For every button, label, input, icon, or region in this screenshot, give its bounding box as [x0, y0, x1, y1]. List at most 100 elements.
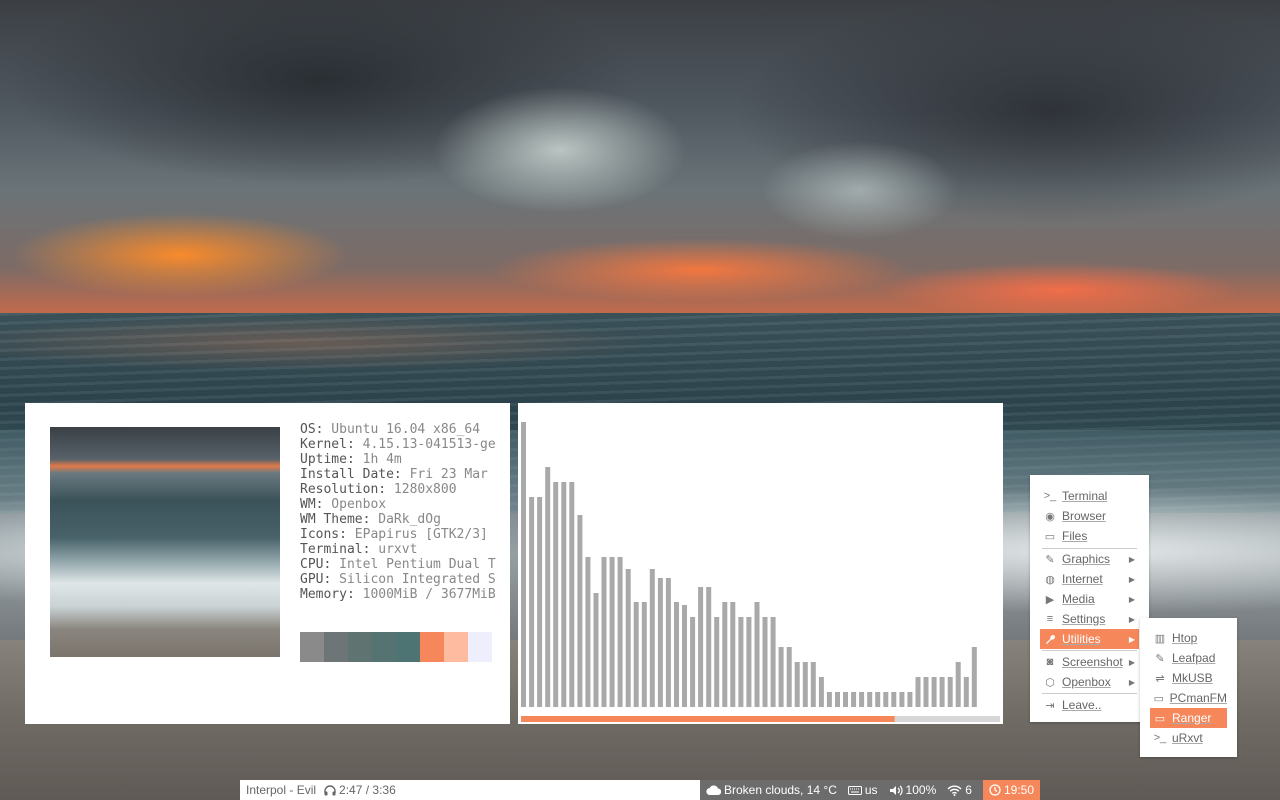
menu-separator [1042, 650, 1137, 651]
visualizer-bar [778, 647, 784, 707]
sysinfo-line-gpu: GPU: Silicon Integrated S [300, 572, 496, 587]
wallpaper-thumbnail [50, 427, 280, 657]
visualizer-bar [617, 557, 623, 707]
terminal-icon: >_ [1043, 490, 1057, 502]
cloud-icon [706, 785, 721, 795]
menu-item-internet[interactable]: ◍ Internet ▶ [1040, 569, 1139, 589]
volume-control[interactable]: 100% [889, 780, 937, 800]
visualizer-bar [851, 692, 857, 707]
menu-item-settings[interactable]: ≡ Settings ▶ [1040, 609, 1139, 629]
menu-item-terminal[interactable]: >_ Terminal [1040, 486, 1139, 506]
globe-icon: ◍ [1045, 573, 1055, 586]
visualizer-bar [754, 602, 760, 707]
visualizer-bar [835, 692, 840, 707]
sysinfo-text: OS: Ubuntu 16.04 x86_64 Kernel: 4.15.13-… [300, 422, 505, 602]
sliders-icon: ≡ [1046, 613, 1054, 625]
weather-widget[interactable]: Broken clouds, 14 °C [706, 780, 837, 800]
submenu-arrow-icon: ▶ [1128, 634, 1135, 644]
menu-item-openbox[interactable]: ⬡ Openbox ▶ [1040, 672, 1139, 692]
chart-icon: ▥ [1154, 632, 1166, 645]
sysinfo-line-wm-theme: WM Theme: DaRk_dOg [300, 512, 441, 527]
menu-item-browser[interactable]: ◉ Browser [1040, 506, 1139, 526]
menu-item-media[interactable]: ▶ Media ▶ [1040, 589, 1139, 609]
visualizer-bar [923, 677, 929, 707]
submenu-item-leafpad[interactable]: ✎ Leafpad [1150, 648, 1227, 668]
visualizer-bar [794, 662, 800, 707]
submenu-item-ranger[interactable]: ▭ Ranger [1150, 708, 1227, 728]
track-time: 2:47 / 3:36 [339, 783, 396, 797]
visualizer-bar [569, 482, 575, 707]
audio-visualizer [521, 422, 1000, 722]
clock-widget[interactable]: 19:50 [982, 780, 1040, 800]
visualizer-bar [553, 482, 559, 707]
visualizer-bar [537, 497, 543, 707]
visualizer-bar [682, 605, 687, 707]
visualizer-bar [867, 692, 873, 707]
visualizer-bar [738, 617, 744, 707]
system-tray-bar: Broken clouds, 14 °C us 100% 6 19:50 [700, 780, 1040, 800]
sysinfo-line-resolution: Resolution: 1280x800 [300, 482, 457, 497]
wallpaper-sky [0, 0, 1280, 315]
visualizer-bar [561, 482, 567, 707]
play-icon: ▶ [1045, 593, 1055, 606]
visualizer-bar [939, 677, 945, 707]
submenu-item-pcmanfm[interactable]: ▭ PCmanFM [1150, 688, 1227, 708]
sysinfo-line-install-date: Install Date: Fri 23 Mar [300, 467, 488, 482]
submenu-item-htop[interactable]: ▥ Htop [1150, 628, 1227, 648]
clock-time: 19:50 [1003, 783, 1034, 797]
visualizer-bar [875, 692, 881, 707]
track-title[interactable]: Interpol - Evil [246, 780, 316, 800]
visualizer-bar [915, 677, 921, 707]
menu-item-graphics[interactable]: ✎ Graphics ▶ [1040, 549, 1139, 569]
color-swatch [372, 632, 396, 662]
playback-status[interactable]: 2:47 / 3:36 [324, 780, 396, 800]
wifi-icon [947, 785, 962, 796]
sysinfo-line-memory: Memory: 1000MiB / 3677MiB [300, 587, 496, 602]
submenu-item-mkusb[interactable]: ⇌ MkUSB [1150, 668, 1227, 688]
menu-item-files[interactable]: ▭ Files [1040, 526, 1139, 546]
submenu-arrow-icon: ▶ [1128, 677, 1135, 687]
visualizer-bar [859, 692, 865, 707]
submenu-arrow-icon: ▶ [1128, 594, 1135, 604]
submenu-arrow-icon: ▶ [1128, 574, 1135, 584]
visualizer-bar [690, 617, 696, 707]
visualizer-bar [931, 677, 937, 707]
visualizer-bar [883, 692, 889, 707]
menu-separator [1042, 693, 1137, 694]
keyboard-layout-text: us [864, 783, 878, 797]
submenu-item-urxvt[interactable]: >_ uRxvt [1150, 728, 1227, 748]
color-palette [300, 632, 492, 662]
menu-item-utilities[interactable]: Utilities ▶ [1040, 629, 1139, 649]
browser-icon: ◉ [1045, 510, 1055, 523]
color-swatch [468, 632, 492, 662]
visualizer-bar [633, 602, 639, 707]
sysinfo-line-cpu: CPU: Intel Pentium Dual T [300, 557, 496, 572]
folder-open-icon: ▭ [1153, 692, 1165, 705]
visualizer-bar [818, 677, 824, 707]
menu-item-leave[interactable]: ⇥ Leave.. [1040, 695, 1139, 715]
logout-icon: ⇥ [1045, 699, 1055, 712]
camera-icon: ◙ [1046, 656, 1054, 668]
color-swatch [348, 632, 372, 662]
color-swatch [444, 632, 468, 662]
submenu-arrow-icon: ▶ [1128, 657, 1135, 667]
keyboard-layout[interactable]: us [847, 780, 878, 800]
color-swatch [420, 632, 444, 662]
usb-icon: ⇌ [1155, 672, 1165, 685]
wifi-strength: 6 [965, 783, 972, 797]
sysinfo-panel: OS: Ubuntu 16.04 x86_64 Kernel: 4.15.13-… [25, 403, 510, 724]
visualizer-bar [714, 617, 720, 707]
visualizer-bar [625, 569, 631, 707]
playback-progress-fill [521, 716, 895, 722]
visualizer-bar [963, 677, 969, 707]
visualizer-bar [609, 557, 615, 707]
color-swatch [324, 632, 348, 662]
folder-icon: ▭ [1154, 712, 1166, 725]
volume-level: 100% [905, 783, 937, 797]
menu-item-screenshot[interactable]: ◙ Screenshot ▶ [1040, 652, 1139, 672]
visualizer-bar [891, 692, 897, 707]
submenu-arrow-icon: ▶ [1128, 554, 1135, 564]
visualizer-bar [593, 593, 599, 707]
wifi-status[interactable]: 6 [947, 780, 972, 800]
visualizer-bar [802, 662, 808, 707]
